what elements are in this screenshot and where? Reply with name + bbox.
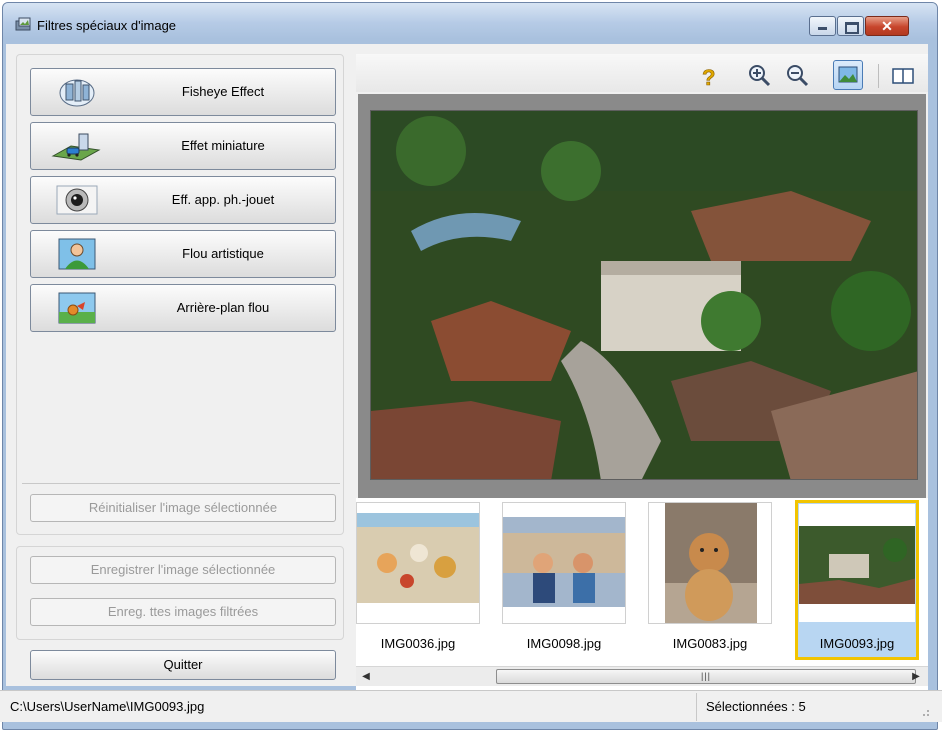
scroll-right-arrow-icon[interactable]: ▶: [908, 669, 924, 685]
blur-background-effect-label: Arrière-plan flou: [176, 300, 270, 315]
puppy-thumbnail: [665, 503, 757, 623]
miniature-effect-button[interactable]: Effet miniature: [30, 122, 336, 170]
thumbnail-image[interactable]: [648, 502, 772, 624]
quit-button[interactable]: Quitter: [30, 650, 336, 680]
window-title: Filtres spéciaux d'image: [37, 18, 177, 33]
close-glyph: ✕: [881, 18, 893, 34]
resize-grip-icon[interactable]: [918, 705, 930, 717]
thumbnail-image[interactable]: [356, 502, 480, 624]
people-thumbnail: [503, 517, 625, 607]
toy-camera-effect-button[interactable]: Eff. app. ph.-jouet: [30, 176, 336, 224]
soft-focus-effect-button[interactable]: Flou artistique: [30, 230, 336, 278]
zoom-in-icon[interactable]: [747, 63, 773, 89]
save-all-filtered-label: Enreg. ttes images filtrées: [107, 604, 259, 619]
single-view-icon[interactable]: [833, 60, 863, 90]
panel-divider: [22, 483, 340, 484]
close-icon[interactable]: ✕: [865, 16, 909, 36]
soft-focus-effect-label: Flou artistique: [182, 246, 264, 261]
fisheye-icon: [59, 79, 95, 107]
fisheye-effect-button[interactable]: Fisheye Effect: [30, 68, 336, 116]
thumbnail-label: IMG0036.jpg: [380, 636, 456, 651]
toy-camera-effect-label: Eff. app. ph.-jouet: [171, 192, 275, 207]
image-filter-app-icon: [15, 17, 31, 31]
help-icon[interactable]: ?: [696, 63, 722, 89]
minimize-icon[interactable]: [809, 16, 836, 36]
thumbnail-scrollbar[interactable]: ◀ ||| ▶: [356, 666, 928, 686]
miniature-icon: [51, 133, 101, 161]
svg-text:?: ?: [702, 65, 715, 89]
blur-background-effect-button[interactable]: Arrière-plan flou: [30, 284, 336, 332]
thumbnail-label-selected: IMG0093.jpg: [819, 636, 895, 651]
fisheye-effect-label: Fisheye Effect: [181, 84, 265, 99]
reset-image-label: Réinitialiser l'image sélectionnée: [88, 500, 278, 515]
view-toolbar: ?: [356, 54, 928, 92]
preview-image[interactable]: [370, 110, 918, 480]
city-rooftops-photo: [371, 111, 917, 479]
reset-image-button[interactable]: Réinitialiser l'image sélectionnée: [30, 494, 336, 522]
thumbnail-image[interactable]: [502, 502, 626, 624]
toolbar-separator: [878, 64, 879, 88]
city-thumbnail: [799, 526, 915, 604]
status-selected-count: Sélectionnées : 5: [706, 699, 806, 714]
save-selected-button[interactable]: Enregistrer l'image sélectionnée: [30, 556, 336, 584]
scrollbar-thumb[interactable]: |||: [496, 669, 916, 684]
maximize-icon[interactable]: [837, 16, 864, 36]
status-bar: C:\Users\UserName\IMG0093.jpg Sélectionn…: [0, 690, 942, 722]
status-divider: [696, 693, 697, 721]
seashells-thumbnail: [357, 513, 479, 603]
soft-focus-portrait-icon: [58, 238, 96, 270]
save-selected-label: Enregistrer l'image sélectionnée: [90, 562, 276, 577]
scroll-left-arrow-icon[interactable]: ◀: [358, 669, 374, 685]
compare-view-icon[interactable]: [890, 63, 916, 89]
quit-label: Quitter: [163, 657, 203, 672]
scrollbar-grip: |||: [700, 671, 711, 681]
toy-camera-icon: [56, 185, 98, 215]
title-bar[interactable]: Filtres spéciaux d'image ✕: [3, 3, 937, 39]
thumbnail-label: IMG0098.jpg: [526, 636, 602, 651]
zoom-out-icon[interactable]: [785, 63, 811, 89]
miniature-effect-label: Effet miniature: [181, 138, 265, 153]
thumbnail-label: IMG0083.jpg: [672, 636, 748, 651]
status-file-path: C:\Users\UserName\IMG0093.jpg: [10, 699, 205, 714]
thumbnail-image-selected[interactable]: [798, 503, 916, 623]
blur-background-icon: [58, 292, 96, 324]
save-all-filtered-button[interactable]: Enreg. ttes images filtrées: [30, 598, 336, 626]
